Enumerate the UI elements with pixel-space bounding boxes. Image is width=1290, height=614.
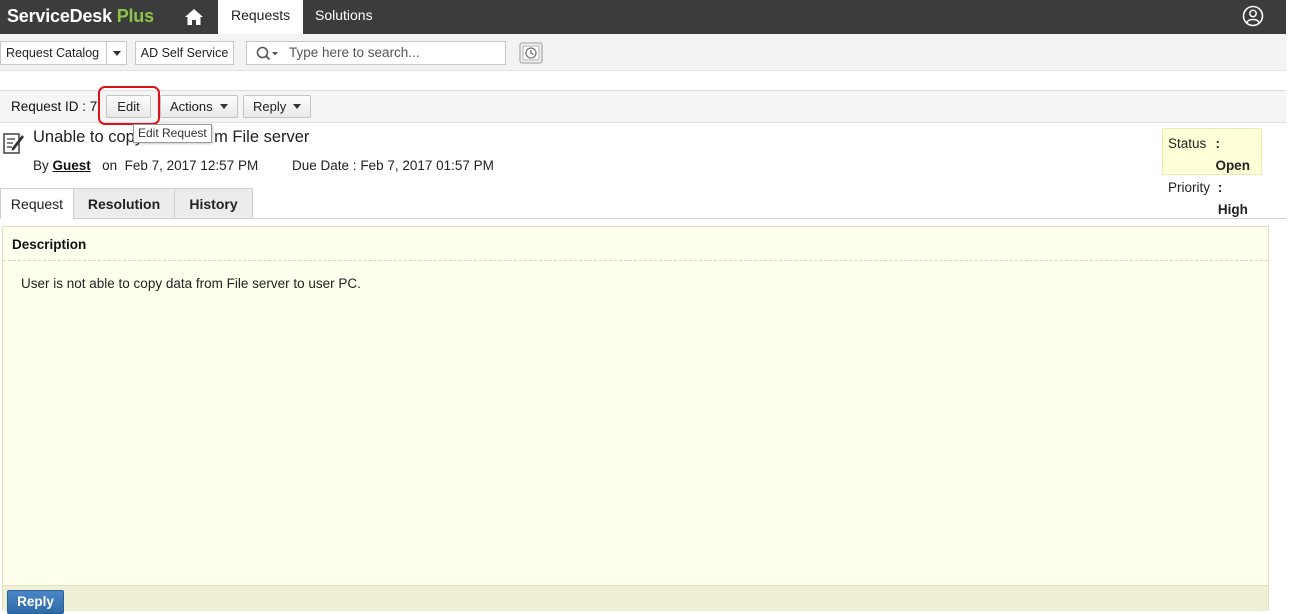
edit-highlight-ring <box>98 86 160 125</box>
tab-resolution[interactable]: Resolution <box>73 188 175 219</box>
nav-tab-solutions[interactable]: Solutions <box>302 0 386 34</box>
status-priority-box: Status : Open Priority : High <box>1162 128 1262 217</box>
tab-history[interactable]: History <box>174 188 253 219</box>
home-icon <box>185 9 203 25</box>
description-panel: Description User is not able to copy dat… <box>2 226 1269 614</box>
reply-footer: Reply <box>3 585 1268 614</box>
actions-label: Actions <box>170 99 213 114</box>
logo-accent-text: Plus <box>116 6 154 26</box>
reply-button[interactable]: Reply <box>7 590 64 614</box>
actions-button[interactable]: Actions <box>160 95 238 118</box>
due-date-label: Due Date : <box>292 158 357 173</box>
secondary-toolbar: Request Catalog AD Self Service Type her… <box>0 34 1286 71</box>
chevron-down-icon <box>113 51 121 56</box>
search-input[interactable]: Type here to search... <box>289 45 420 60</box>
request-catalog-caret[interactable] <box>106 42 126 64</box>
by-label: By <box>33 158 49 173</box>
status-key: Status <box>1168 136 1207 151</box>
chevron-down-icon <box>219 104 228 109</box>
request-meta: By Guest on Feb 7, 2017 12:57 PM <box>33 158 258 173</box>
priority-key: Priority <box>1168 180 1211 195</box>
ad-self-service-button[interactable]: AD Self Service <box>135 41 234 65</box>
app-logo[interactable]: ServiceDesk Plus <box>7 6 154 27</box>
request-catalog-dropdown[interactable]: Request Catalog <box>0 41 127 65</box>
subject-text-start: Unable to copy <box>33 128 144 146</box>
recent-history-icon[interactable] <box>519 42 543 64</box>
reply-dropdown-button[interactable]: Reply <box>243 95 312 118</box>
status-badge: : Open <box>1215 136 1250 173</box>
logo-main-text: ServiceDesk <box>7 6 112 26</box>
description-body: User is not able to copy data from File … <box>21 276 361 291</box>
requester-link[interactable]: Guest <box>53 158 91 173</box>
user-profile-icon[interactable] <box>1242 5 1264 27</box>
reply-dropdown-label: Reply <box>253 99 287 114</box>
search-icon[interactable] <box>256 46 280 62</box>
home-button[interactable] <box>176 0 212 34</box>
description-heading: Description <box>12 237 87 252</box>
top-navigation-bar: ServiceDesk Plus Requests Solutions <box>0 0 1286 34</box>
edit-request-tooltip: Edit Request <box>133 124 212 143</box>
description-divider <box>3 260 1268 261</box>
request-action-bar: Request ID : 7 Edit Actions Reply <box>0 90 1286 123</box>
due-date-value: Feb 7, 2017 01:57 PM <box>360 158 494 173</box>
priority-badge: : High <box>1217 180 1248 217</box>
subject-text-end: m File server <box>214 128 310 146</box>
request-catalog-label: Request Catalog <box>6 46 100 60</box>
tab-request[interactable]: Request <box>0 188 74 219</box>
edit-note-icon <box>3 133 24 154</box>
search-box[interactable]: Type here to search... <box>246 41 506 65</box>
request-id: Request ID : 7 <box>11 99 98 114</box>
chevron-down-icon <box>293 104 302 109</box>
nav-tab-requests[interactable]: Requests <box>218 0 304 34</box>
due-date: Due Date : Feb 7, 2017 01:57 PM <box>292 158 494 173</box>
created-date: Feb 7, 2017 12:57 PM <box>124 158 259 173</box>
on-label: on <box>102 158 118 173</box>
